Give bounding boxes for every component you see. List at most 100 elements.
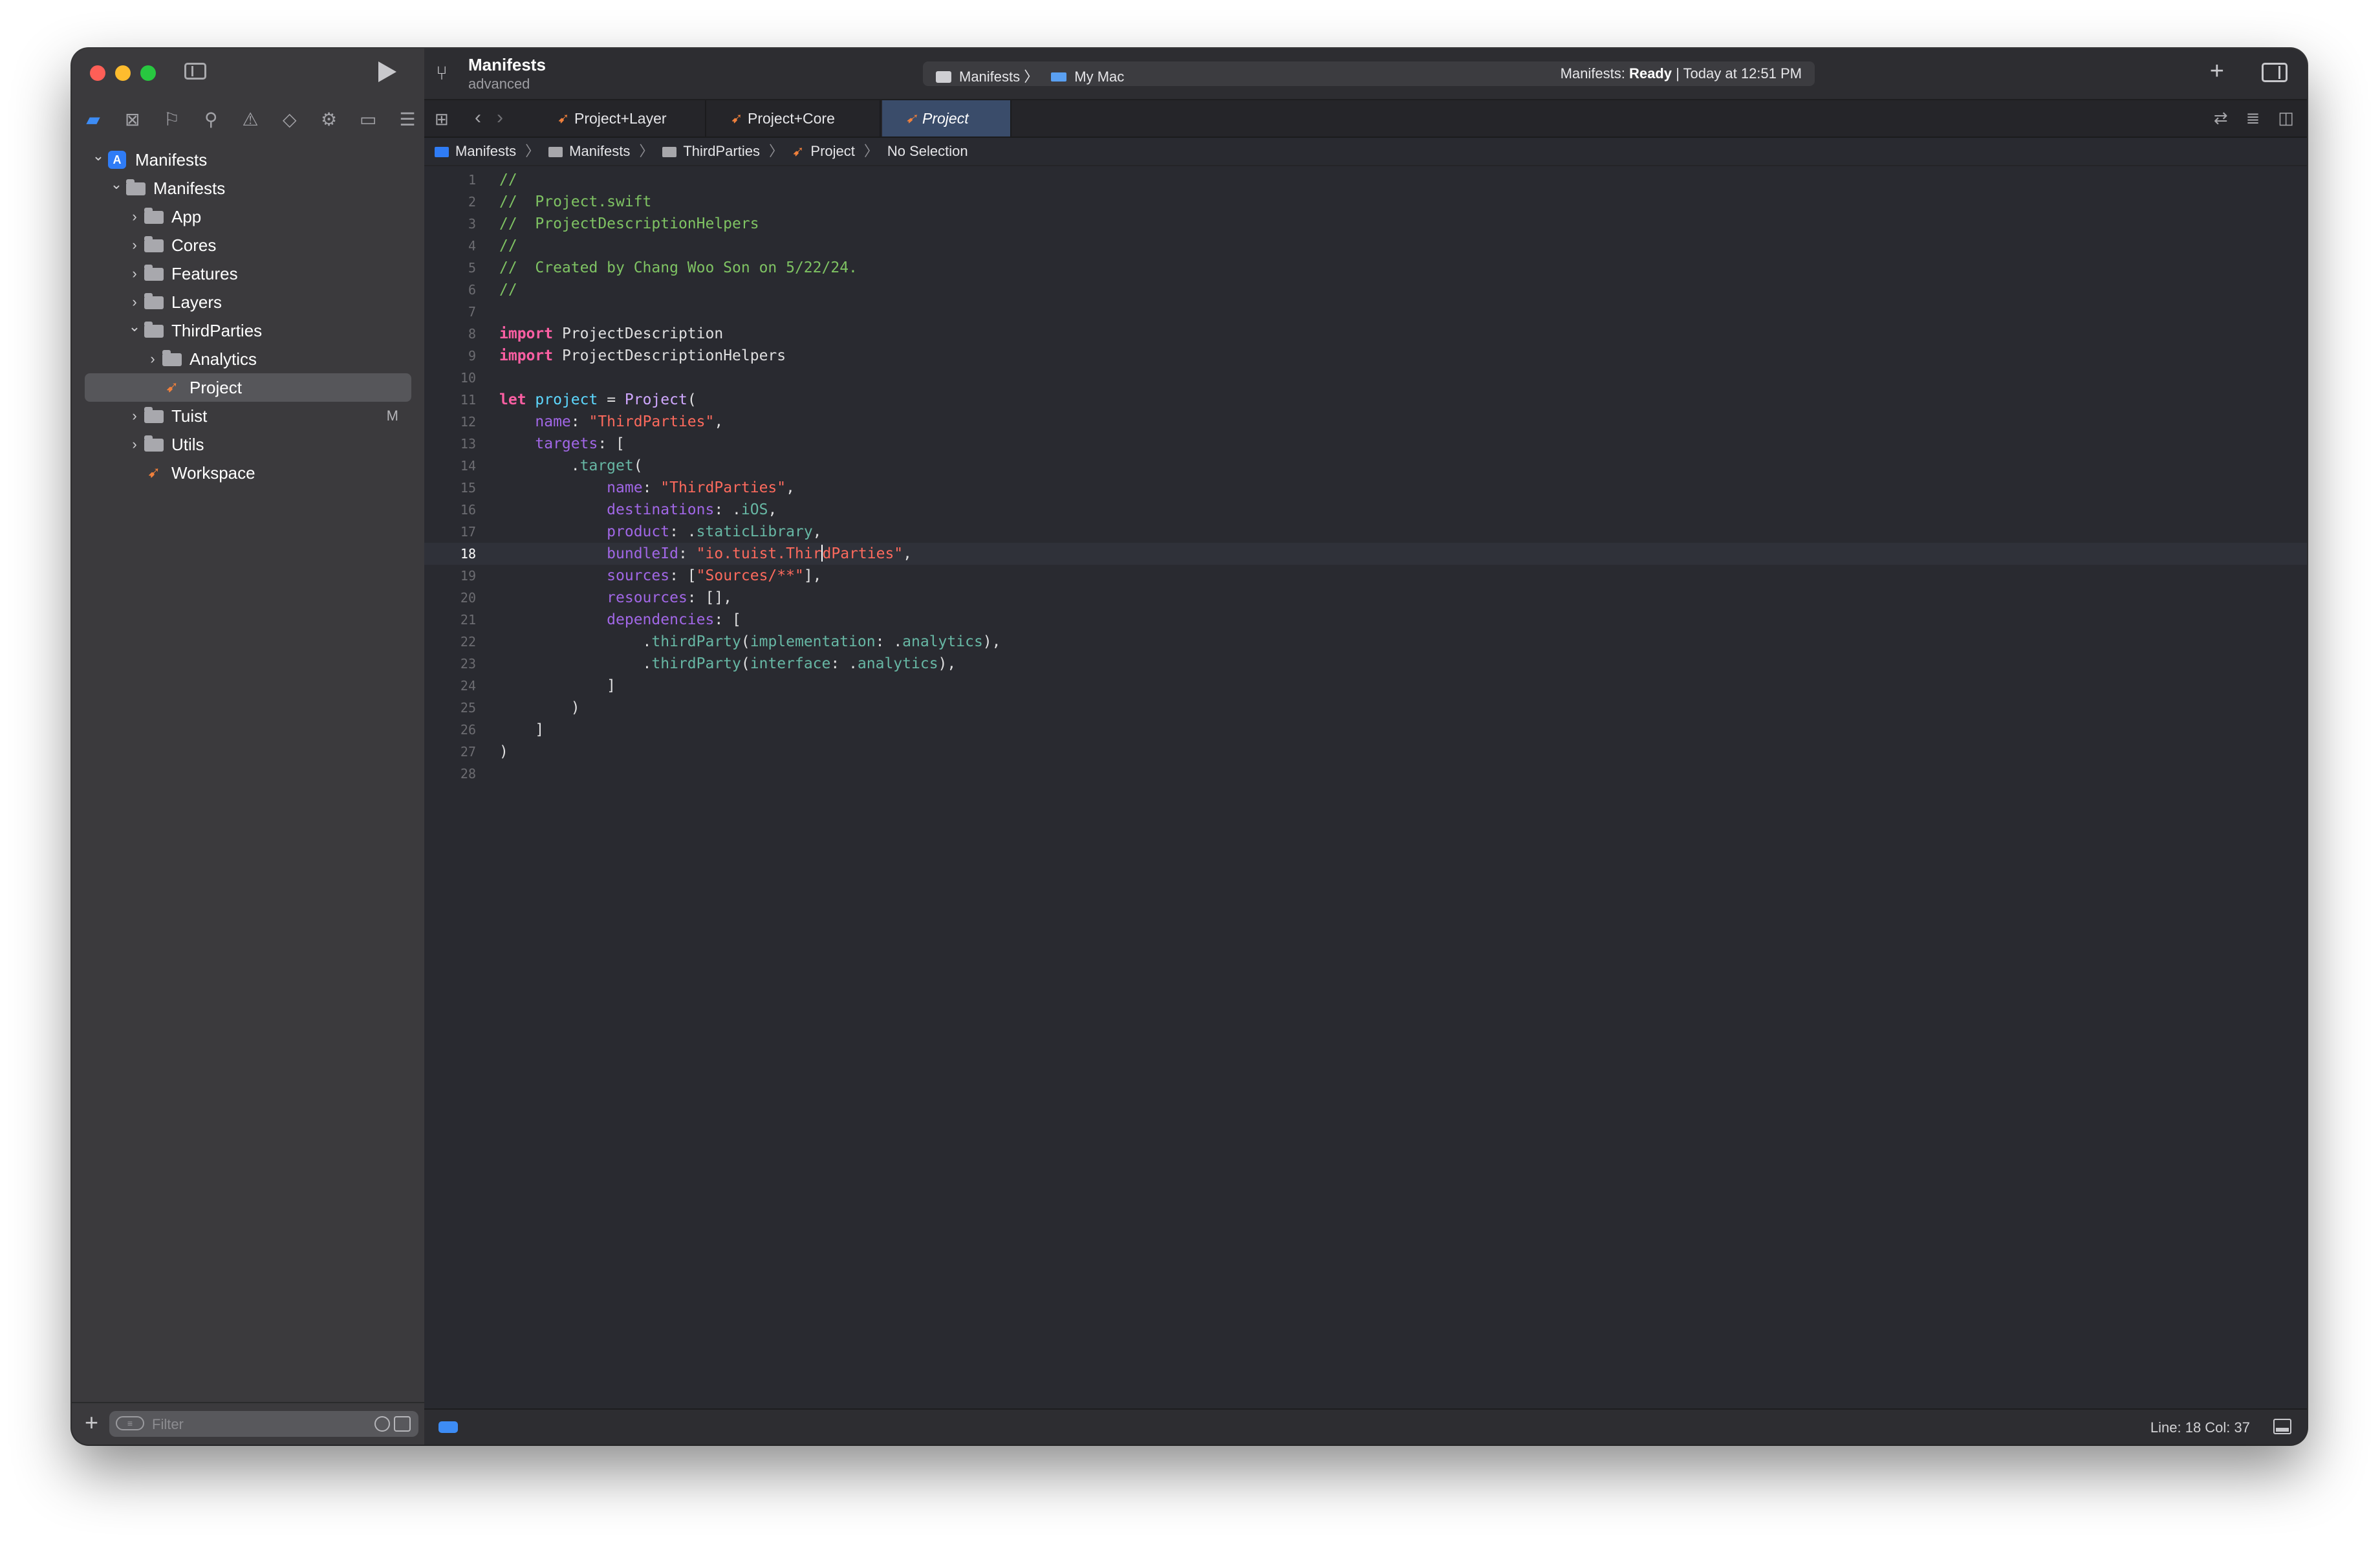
filter-indicator-icon[interactable] — [438, 1421, 458, 1433]
sidebar-toggle-icon[interactable] — [184, 63, 206, 80]
report-navigator-icon[interactable]: ☰ — [396, 107, 418, 133]
close-window-button[interactable] — [90, 65, 105, 81]
code-line[interactable]: 26 ] — [424, 719, 2307, 741]
code-line[interactable]: 25 ) — [424, 697, 2307, 719]
add-icon[interactable]: + — [85, 1410, 98, 1436]
chevron-right-icon[interactable]: › — [144, 345, 161, 373]
code-line[interactable]: 18 bundleId: "io.tuist.ThirdParties", — [424, 543, 2307, 565]
code-line[interactable]: 11 let project = Project( — [424, 389, 2307, 411]
tree-item[interactable]: ➹ Project — [85, 373, 411, 402]
find-navigator-icon[interactable]: ⚲ — [200, 107, 222, 133]
project-navigator-icon[interactable]: ▰ — [82, 107, 104, 133]
code-line[interactable]: 21 dependencies: [ — [424, 609, 2307, 631]
code-line[interactable]: 1 // — [424, 169, 2307, 191]
code-text: // Project.swift — [499, 193, 652, 210]
scheme-name[interactable]: Manifests — [959, 69, 1020, 85]
chevron-down-icon[interactable]: ⌄ — [126, 312, 143, 341]
chevron-down-icon[interactable]: ⌄ — [90, 142, 107, 170]
filter-field[interactable]: ≡ Filter — [109, 1411, 418, 1437]
editor-tab[interactable]: ➹ Project — [882, 100, 1012, 137]
source-control-navigator-icon[interactable]: ⊠ — [122, 107, 144, 133]
minimize-window-button[interactable] — [115, 65, 131, 81]
bookmark-navigator-icon[interactable]: ⚐ — [161, 107, 183, 133]
code-line[interactable]: 9 import ProjectDescriptionHelpers — [424, 345, 2307, 367]
test-navigator-icon[interactable]: ◇ — [279, 107, 301, 133]
tree-item[interactable]: › App — [85, 202, 411, 231]
editor-tab[interactable]: ➹ Project+Core — [708, 100, 881, 137]
folder-icon — [144, 435, 164, 452]
code-line[interactable]: 22 .thirdParty(implementation: .analytic… — [424, 631, 2307, 653]
zoom-window-button[interactable] — [140, 65, 156, 81]
branch-icon[interactable]: ⑂ — [436, 63, 448, 85]
scheme-selector[interactable]: Manifests 〉 My Mac — [936, 65, 1124, 86]
code-line[interactable]: 27) — [424, 741, 2307, 763]
chevron-right-icon[interactable]: › — [126, 402, 143, 430]
code-line[interactable]: 8 import ProjectDescription — [424, 323, 2307, 345]
tree-item[interactable]: › Utils — [85, 430, 411, 459]
chevron-right-icon[interactable]: › — [126, 231, 143, 259]
tree-item[interactable]: ⌄ ThirdParties — [85, 316, 411, 345]
editor-options-icon[interactable]: ≣ — [2246, 108, 2260, 128]
tree-item-label: Utils — [171, 435, 204, 454]
editor-tab-bar: ⊞ ‹ › ⇄ ≣ ◫ ➹ Project+Layer ➹ Project+Core ➹… — [424, 100, 2307, 138]
tree-item[interactable]: › Cores — [85, 231, 411, 259]
breadcrumb-label: ThirdParties — [683, 143, 760, 159]
breakpoint-navigator-icon[interactable]: ▭ — [357, 107, 379, 133]
scm-filter-icon[interactable] — [394, 1416, 411, 1432]
code-line[interactable]: 17 product: .staticLibrary, — [424, 521, 2307, 543]
breadcrumb-item[interactable]: ➹ Project — [792, 143, 855, 159]
code-line[interactable]: 7 — [424, 301, 2307, 323]
tree-item[interactable]: › Features — [85, 259, 411, 288]
tree-item[interactable]: ➹ Workspace — [85, 459, 411, 487]
code-line[interactable]: 3 // ProjectDescriptionHelpers — [424, 213, 2307, 235]
project-title[interactable]: Manifests — [468, 55, 546, 75]
debug-area-toggle-icon[interactable] — [2273, 1419, 2291, 1434]
code-line[interactable]: 28 — [424, 763, 2307, 785]
code-line[interactable]: 6 // — [424, 279, 2307, 301]
code-line[interactable]: 12 name: "ThirdParties", — [424, 411, 2307, 433]
breadcrumb-item[interactable]: Manifests — [548, 143, 630, 159]
chevron-down-icon[interactable]: ⌄ — [108, 170, 125, 199]
code-line[interactable]: 15 name: "ThirdParties", — [424, 477, 2307, 499]
code-line[interactable]: 13 targets: [ — [424, 433, 2307, 455]
chevron-right-icon[interactable]: › — [126, 430, 143, 459]
related-items-icon[interactable]: ⊞ — [435, 109, 449, 129]
swift-file-icon: ➹ — [557, 110, 570, 126]
code-line[interactable]: 19 sources: ["Sources/**"], — [424, 565, 2307, 587]
code-text: bundleId: "io.tuist.ThirdParties", — [607, 545, 913, 562]
breadcrumb-item[interactable]: Manifests — [435, 143, 516, 159]
filter-options-icon[interactable]: ≡ — [116, 1416, 144, 1430]
code-line[interactable]: 14 .target( — [424, 455, 2307, 477]
code-line[interactable]: 4 // — [424, 235, 2307, 257]
tree-item[interactable]: ⌄ Manifests — [85, 174, 411, 202]
editor-tab[interactable]: ➹ Project+Layer — [534, 100, 706, 137]
code-line[interactable]: 5 // Created by Chang Woo Son on 5/22/24. — [424, 257, 2307, 279]
recent-files-icon[interactable] — [374, 1416, 390, 1432]
code-line[interactable]: 10 — [424, 367, 2307, 389]
back-icon[interactable]: ‹ — [475, 107, 481, 129]
breadcrumb-no-selection[interactable]: No Selection — [887, 143, 968, 159]
debug-navigator-icon[interactable]: ⚙ — [318, 107, 340, 133]
breadcrumb-item[interactable]: ThirdParties — [662, 143, 760, 159]
refresh-canvas-icon[interactable]: ⇄ — [2214, 108, 2228, 128]
inspector-toggle-icon[interactable] — [2262, 63, 2288, 82]
forward-icon[interactable]: › — [497, 107, 503, 129]
destination-name[interactable]: My Mac — [1074, 69, 1124, 85]
run-icon[interactable] — [378, 61, 396, 82]
chevron-right-icon[interactable]: › — [126, 202, 143, 231]
tree-item[interactable]: ⌄ A Manifests — [85, 146, 411, 174]
code-line[interactable]: 24 ] — [424, 675, 2307, 697]
library-plus-icon[interactable]: + — [2210, 58, 2224, 85]
split-editor-icon[interactable]: ◫ — [2278, 108, 2294, 128]
activity-viewer: Manifests 〉 My Mac Manifests: Ready | Tod… — [923, 61, 1815, 86]
code-line[interactable]: 16 destinations: .iOS, — [424, 499, 2307, 521]
code-line[interactable]: 2 // Project.swift — [424, 191, 2307, 213]
chevron-right-icon[interactable]: › — [126, 259, 143, 288]
issue-navigator-icon[interactable]: ⚠ — [239, 107, 261, 133]
source-editor[interactable]: 1 // 2 // Project.swift 3 // ProjectDescripti… — [424, 169, 2307, 1408]
tree-item[interactable]: › Tuist M — [85, 402, 411, 430]
code-text: resources: [], — [607, 589, 733, 606]
tree-item[interactable]: › Analytics — [85, 345, 411, 373]
code-line[interactable]: 20 resources: [], — [424, 587, 2307, 609]
code-line[interactable]: 23 .thirdParty(interface: .analytics), — [424, 653, 2307, 675]
